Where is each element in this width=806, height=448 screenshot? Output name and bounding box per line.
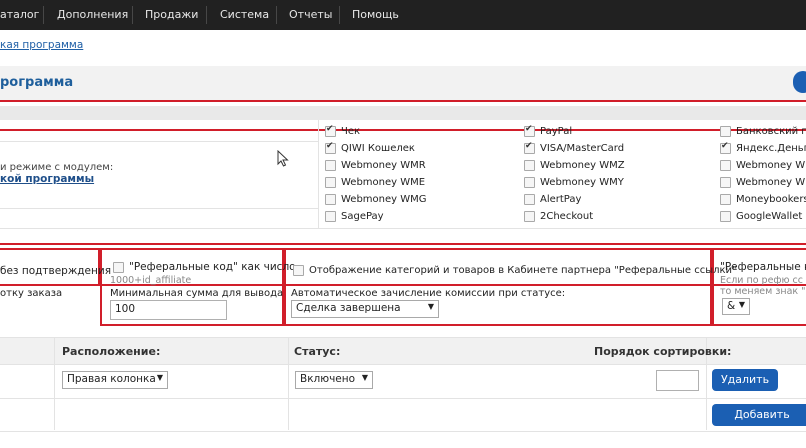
highlight-box [0,100,806,131]
payment-label: Webmoney WME [341,177,426,188]
payment-checkbox[interactable] [720,177,731,188]
payment-label: GoogleWallet [736,211,803,222]
column-divider [54,338,55,430]
payment-label: Webmoney WM [736,160,806,171]
nav-separator [43,6,44,24]
payment-checkbox[interactable] [325,177,336,188]
show-categories-label: Отображение категорий и товаров в Кабине… [309,265,737,276]
payment-label: 2Checkout [540,211,594,222]
nav-system[interactable]: Система [208,0,281,30]
chevron-down-icon: ▼ [738,300,745,309]
column-divider [288,338,289,430]
payment-checkbox[interactable] [524,124,535,137]
payment-label: Webmoney WMG [341,194,427,205]
position-value: Правая колонка [67,373,156,385]
payment-label: Moneybookers [736,194,806,205]
auto-commission-label: Автоматическое зачисление комиссии при с… [291,288,566,299]
save-button[interactable] [793,71,806,93]
breadcrumb-link[interactable]: кая программа [0,39,83,51]
min-withdraw-label: Минимальная сумма для вывода [110,288,284,299]
payment-checkbox[interactable] [325,160,336,171]
delete-button[interactable]: Удалить [712,369,778,391]
sort-order-header: Порядок сортировки: [594,345,732,358]
payment-checkbox[interactable] [524,194,535,205]
ref-code-hint: то меняем знак " [720,286,806,297]
chevron-down-icon: ▼ [427,302,434,311]
nav-help[interactable]: Помощь [340,0,411,30]
payment-label: QIWI Кошелек [341,143,415,154]
ref-code-number-hint: 1000+id_affiliate [110,275,192,286]
min-withdraw-value: 100 [115,303,136,315]
payment-label: SagePay [341,211,384,222]
auto-commission-select[interactable]: Сделка завершена ▼ [291,300,439,318]
payment-label: Чек [341,126,361,137]
status-header: Статус: [294,345,341,358]
top-navigation: аталог Дополнения Продажи Система Отчеты… [0,0,806,30]
ref-code-select-value: & [727,300,736,312]
chevron-down-icon: ▼ [361,373,368,382]
payment-label: Webmoney WMR [341,160,426,171]
row-divider [0,208,318,209]
program-link[interactable]: кой программы [0,173,94,185]
status-value: Включено [300,373,356,385]
row-divider [0,431,806,432]
position-select[interactable]: Правая колонка ▼ [62,371,168,389]
page-header: рограмма [0,66,806,101]
auto-commission-value: Сделка завершена [296,302,401,314]
ref-code-number-label: "Реферальные код" как число [129,261,296,273]
order-processing-label: отку заказа [0,288,63,299]
ref-code-number-checkbox[interactable] [113,262,124,273]
mode-description: и режиме с модулем: [0,162,114,173]
payment-checkbox[interactable] [720,126,731,137]
payment-checkbox[interactable] [325,124,336,137]
row-divider [0,398,806,399]
nav-extensions[interactable]: Дополнения [45,0,140,30]
payment-label: Webmoney WM [736,177,806,188]
payment-checkbox[interactable] [720,141,731,154]
nav-reports[interactable]: Отчеты [277,0,344,30]
payment-label: Webmoney WMY [540,177,624,188]
payment-label: PayPal [540,126,573,137]
show-categories-checkbox[interactable] [293,265,304,276]
chevron-down-icon: ▼ [156,373,163,382]
payment-label: AlertPay [540,194,582,205]
payment-label: Webmoney WMZ [540,160,625,171]
payment-checkbox[interactable] [720,211,731,222]
ref-code-select[interactable]: & ▼ [722,298,750,315]
payment-checkbox[interactable] [524,160,535,171]
row-divider [0,364,806,365]
payment-checkbox[interactable] [720,160,731,171]
payment-checkbox[interactable] [325,211,336,222]
ref-code-hint: Если по рефю сс [720,275,803,286]
min-withdraw-input[interactable]: 100 [110,300,227,320]
payment-label: Банковский пе [736,126,806,137]
nav-separator [206,6,207,24]
payment-checkbox[interactable] [524,211,535,222]
payment-label: VISA/MasterCard [540,143,625,154]
payment-checkbox[interactable] [325,194,336,205]
column-divider [318,120,319,228]
mouse-cursor-icon [277,150,289,167]
payment-checkbox[interactable] [325,141,336,154]
row-divider [0,141,318,142]
ref-code-label: "Реферальные ко [720,261,806,273]
position-header: Расположение: [62,345,161,358]
nav-sales[interactable]: Продажи [133,0,210,30]
status-select[interactable]: Включено ▼ [295,371,373,389]
add-module-button[interactable]: Добавить модули [712,404,806,443]
payment-checkbox[interactable] [524,177,535,188]
sort-order-input[interactable] [656,370,699,391]
page-title: рограмма [0,75,74,90]
no-confirm-label: без подтверждения [0,265,112,277]
payment-checkbox[interactable] [720,194,731,205]
payment-label: Яндекс.Деньг [736,143,806,154]
payment-checkbox[interactable] [524,141,535,154]
row-divider [0,228,806,229]
